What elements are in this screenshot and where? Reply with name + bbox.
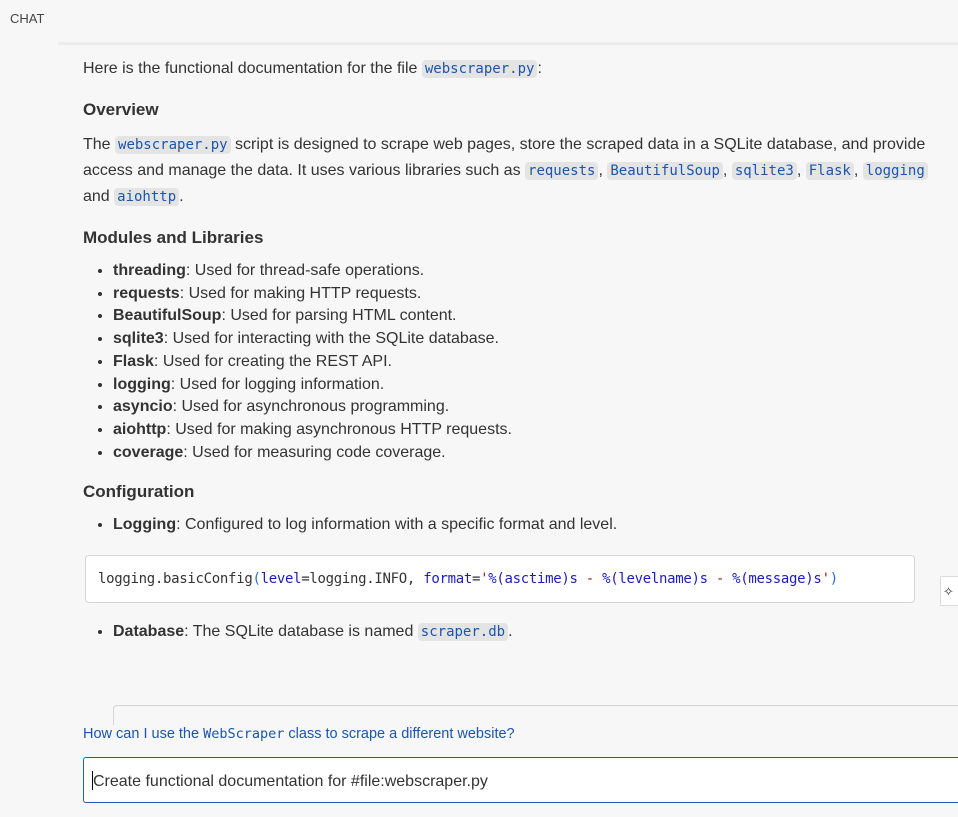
chat-response: Here is the functional documentation for… bbox=[83, 56, 943, 644]
c: - bbox=[577, 571, 603, 588]
item-desc: : Used for making asynchronous HTTP requ… bbox=[166, 420, 512, 438]
sparkle-icon[interactable]: ✧ bbox=[940, 576, 958, 606]
file-code: webscraper.py bbox=[115, 136, 231, 154]
modules-heading: Modules and Libraries bbox=[83, 228, 264, 247]
item-desc: : The SQLite database is named bbox=[184, 623, 418, 641]
t: access and manage the data. It uses vari… bbox=[83, 162, 526, 179]
intro-text: Here is the functional documentation for… bbox=[83, 56, 943, 82]
c: ) bbox=[829, 571, 838, 588]
file-code: webscraper.py bbox=[421, 60, 538, 78]
sep: , bbox=[598, 162, 608, 179]
list-item: requests: Used for making HTTP requests. bbox=[113, 283, 943, 306]
list-item: sqlite3: Used for interacting with the S… bbox=[113, 328, 943, 351]
list-item: coverage: Used for measuring code covera… bbox=[113, 442, 943, 465]
divider bbox=[58, 42, 958, 45]
item-name: logging bbox=[113, 375, 171, 393]
item-name: threading bbox=[113, 262, 186, 279]
lib-code: Flask bbox=[805, 162, 854, 180]
item-name: requests bbox=[113, 284, 180, 302]
list-item: Flask: Used for creating the REST API. bbox=[113, 351, 943, 374]
code-block bbox=[113, 705, 958, 725]
item-name: Flask bbox=[113, 352, 154, 370]
c: ' bbox=[821, 571, 830, 588]
lib-code: logging bbox=[862, 162, 928, 180]
configuration-heading: Configuration bbox=[83, 482, 195, 502]
list-item: Database: The SQLite database is named s… bbox=[113, 621, 943, 644]
item-desc: : Used for parsing HTML content. bbox=[221, 307, 457, 325]
t: class to scrape a different website? bbox=[284, 726, 515, 742]
item-desc: : Used for interacting with the SQLite d… bbox=[163, 330, 499, 348]
modules-list: threading: Used for thread-safe operatio… bbox=[83, 260, 943, 464]
item-name: Database bbox=[113, 623, 185, 641]
chat-input[interactable]: Create functional documentation for #fil… bbox=[83, 757, 958, 803]
class-code: WebScraper bbox=[203, 726, 285, 742]
chat-input-value: Create functional documentation for #fil… bbox=[93, 773, 488, 790]
sep: , bbox=[853, 162, 863, 179]
list-item: logging: Used for logging information. bbox=[113, 374, 943, 397]
code-block: logging.basicConfig(level=logging.INFO, … bbox=[85, 555, 915, 604]
item-name: asyncio bbox=[113, 398, 173, 416]
lib-code: requests bbox=[525, 162, 599, 180]
item-desc: : Used for creating the REST API. bbox=[153, 352, 392, 370]
list-item: BeautifulSoup: Used for parsing HTML con… bbox=[113, 305, 943, 328]
c: format bbox=[423, 571, 472, 588]
t: script is designed to scrape web pages, … bbox=[230, 136, 926, 153]
item-name: Logging bbox=[113, 516, 177, 534]
list-item: aiohttp: Used for making asynchronous HT… bbox=[113, 419, 943, 442]
c: %(asctime)s bbox=[488, 571, 578, 588]
lib-code: sqlite3 bbox=[731, 162, 797, 180]
overview-paragraph: The webscraper.py script is designed to … bbox=[83, 132, 943, 210]
t: and bbox=[83, 188, 115, 205]
t: . bbox=[179, 188, 184, 205]
overview-heading: Overview bbox=[83, 100, 159, 119]
sep: , bbox=[722, 162, 732, 179]
c: %(message)s bbox=[732, 571, 822, 588]
c: =logging.INFO, bbox=[301, 571, 424, 588]
list-item: asyncio: Used for asynchronous programmi… bbox=[113, 396, 943, 419]
intro-end: : bbox=[537, 60, 542, 77]
lib-code: aiohttp bbox=[114, 188, 180, 206]
item-desc: : Used for making HTTP requests. bbox=[179, 284, 422, 302]
intro-label: Here is the functional documentation for… bbox=[83, 60, 422, 77]
chat-panel-title: CHAT bbox=[10, 11, 45, 26]
lib-code: BeautifulSoup bbox=[607, 162, 723, 180]
item-desc: : Used for measuring code coverage. bbox=[183, 443, 446, 461]
t: How can I use the bbox=[83, 726, 204, 742]
t: The bbox=[83, 136, 116, 153]
item-desc: : Used for asynchronous programming. bbox=[172, 398, 450, 416]
sep: , bbox=[796, 162, 806, 179]
t: . bbox=[508, 623, 513, 641]
item-desc: : Configured to log information with a s… bbox=[176, 516, 618, 534]
item-name: coverage bbox=[113, 443, 184, 461]
db-code: scraper.db bbox=[417, 623, 509, 642]
item-name: BeautifulSoup bbox=[113, 307, 222, 325]
list-item: Logging: Configured to log information w… bbox=[85, 514, 943, 604]
item-desc: : Used for thread-safe operations. bbox=[185, 262, 425, 279]
configuration-list: Logging: Configured to log information w… bbox=[83, 514, 943, 643]
list-item: threading: Used for thread-safe operatio… bbox=[113, 260, 943, 283]
c: level bbox=[260, 571, 302, 588]
item-desc: : Used for logging information. bbox=[170, 375, 385, 393]
c: ( bbox=[252, 571, 261, 588]
c: - bbox=[707, 571, 733, 588]
item-name: sqlite3 bbox=[113, 330, 164, 348]
item-name: aiohttp bbox=[113, 420, 167, 438]
c: = bbox=[471, 571, 481, 588]
c: %(levelname)s bbox=[602, 571, 708, 588]
c: logging.basicConfig bbox=[98, 571, 253, 588]
followup-suggestion-link[interactable]: How can I use the WebScraper class to sc… bbox=[83, 726, 515, 742]
